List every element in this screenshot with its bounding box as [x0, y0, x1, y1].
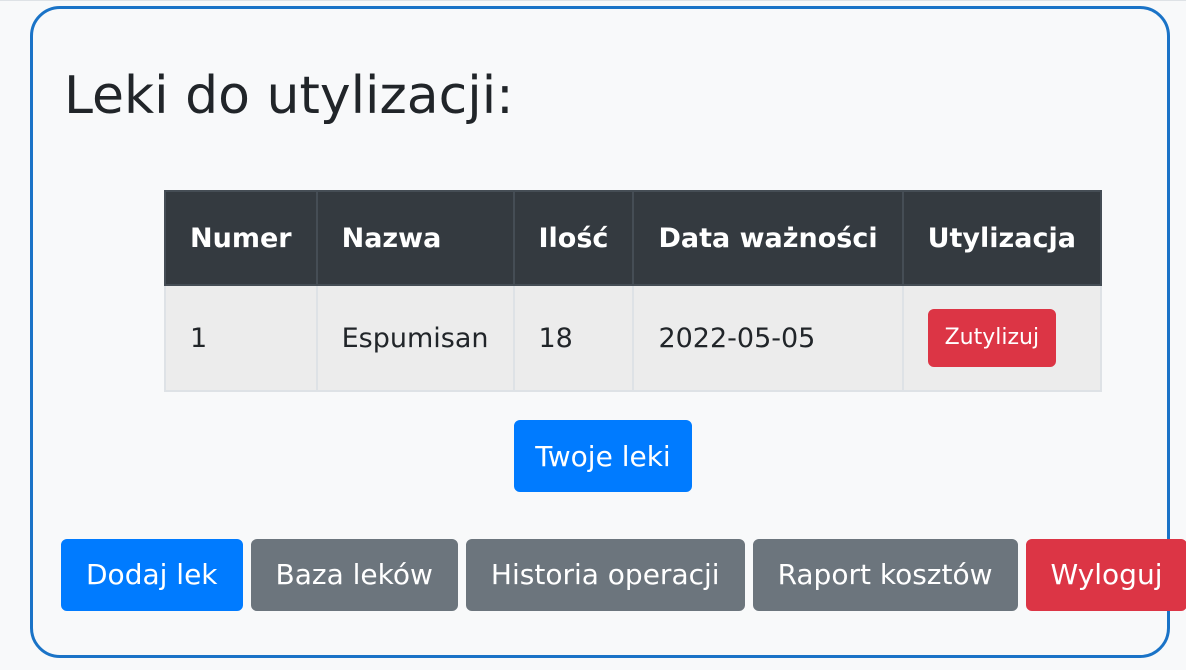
cell-name: Espumisan [315, 284, 515, 392]
header-expiry-date: Data ważności [632, 190, 904, 286]
main-card: Leki do utylizacji: Numer Nazwa Ilość Da… [30, 6, 1186, 658]
page: Leki do utylizacji: Numer Nazwa Ilość Da… [0, 0, 1186, 670]
cost-report-button[interactable]: Raport kosztów [752, 539, 1018, 611]
table-header-row: Numer Nazwa Ilość Data ważności Utylizac… [164, 190, 1102, 286]
page-title: Leki do utylizacji: [64, 66, 514, 126]
add-med-button[interactable]: Dodaj lek [61, 539, 243, 611]
logout-button[interactable]: Wyloguj [1025, 539, 1186, 611]
header-quantity: Ilość [512, 190, 635, 286]
medicines-table: Numer Nazwa Ilość Data ważności Utylizac… [164, 190, 1102, 392]
med-database-button[interactable]: Baza leków [250, 539, 458, 611]
table-row: 1 Espumisan 18 2022-05-05 Zutylizuj [164, 284, 1102, 392]
your-meds-button[interactable]: Twoje leki [514, 420, 692, 492]
bottom-nav: Dodaj lek Baza leków Historia operacji R… [61, 539, 1186, 611]
utilize-button[interactable]: Zutylizuj [927, 309, 1057, 367]
cell-number: 1 [164, 284, 318, 392]
cell-utilization: Zutylizuj [901, 284, 1102, 392]
cell-quantity: 18 [512, 284, 635, 392]
header-utilization: Utylizacja [901, 190, 1102, 286]
cell-expiry-date: 2022-05-05 [632, 284, 904, 392]
header-name: Nazwa [315, 190, 515, 286]
header-number: Numer [164, 190, 318, 286]
operation-history-button[interactable]: Historia operacji [465, 539, 745, 611]
